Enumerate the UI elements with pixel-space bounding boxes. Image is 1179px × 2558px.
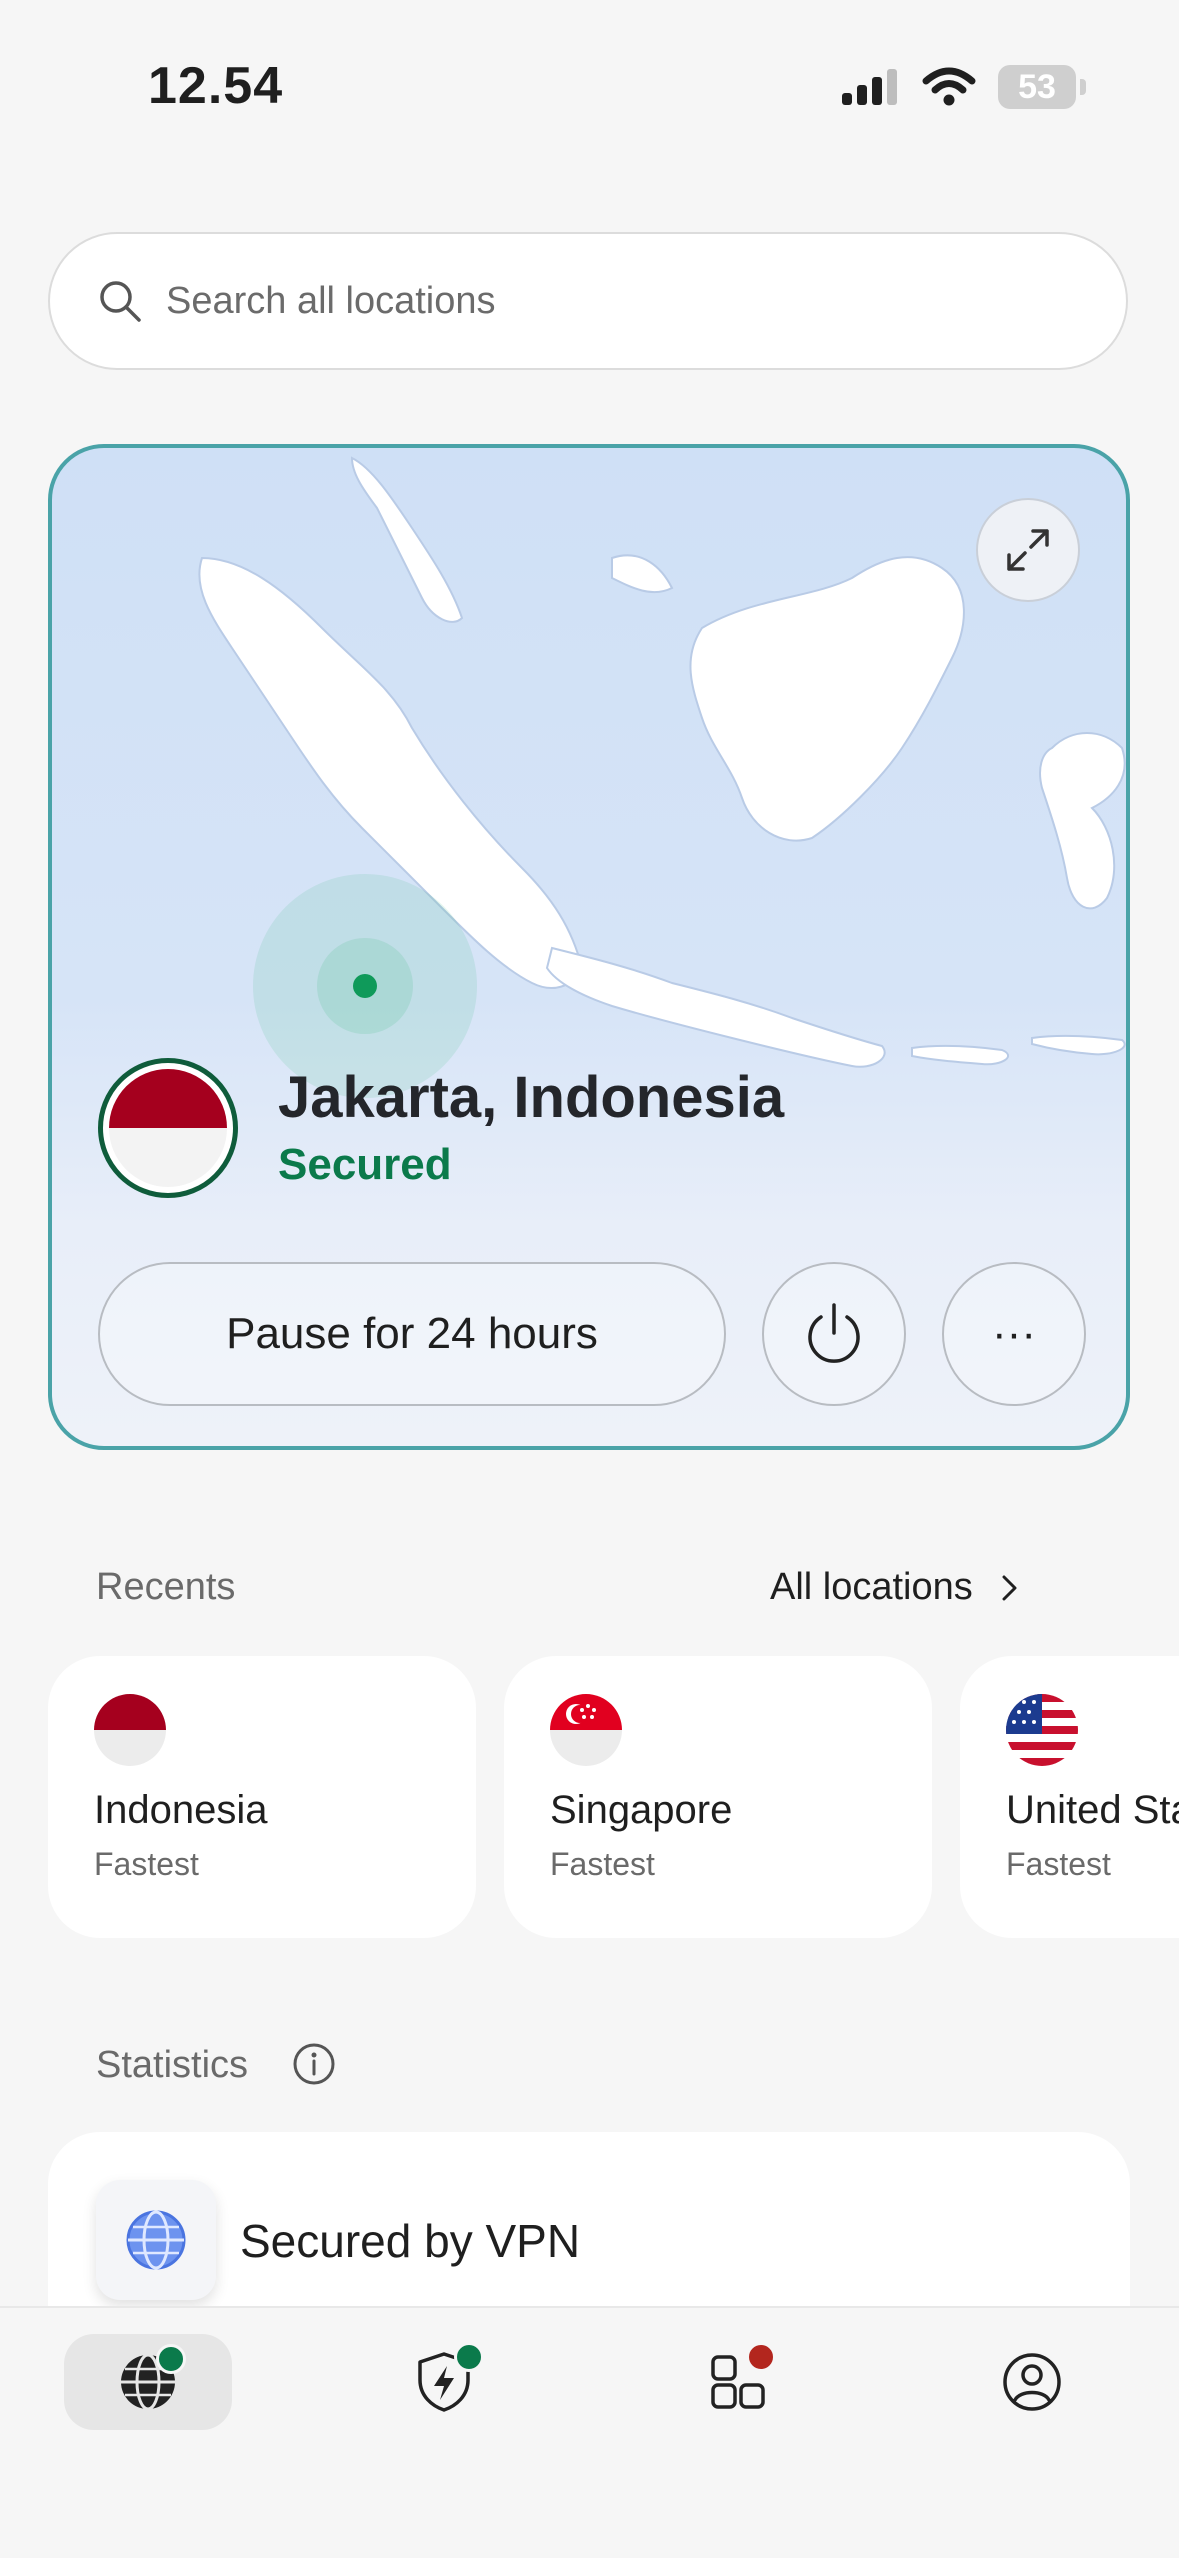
globe-icon [126, 2210, 186, 2270]
status-time: 12.54 [148, 57, 284, 115]
expand-icon [1007, 529, 1049, 571]
pause-button[interactable]: Pause for 24 hours [98, 1262, 726, 1406]
singapore-flag-icon [550, 1694, 622, 1766]
more-options-button[interactable]: ··· [942, 1262, 1086, 1406]
recent-country: United States [1006, 1788, 1179, 1832]
chevron-right-icon [1002, 1575, 1017, 1600]
statistics-item-title: Secured by VPN [240, 2215, 581, 2267]
wifi-icon [922, 67, 976, 106]
indonesia-flag-icon [94, 1694, 166, 1766]
globe-badge [96, 2180, 216, 2300]
status-dot [454, 2342, 484, 2372]
info-button[interactable] [292, 2042, 336, 2091]
recent-detail: Fastest [550, 1846, 655, 1882]
expand-map-button[interactable] [976, 498, 1080, 602]
status-dot [156, 2344, 186, 2374]
status-icons: 53 [840, 62, 1086, 112]
disconnect-button[interactable] [762, 1262, 906, 1406]
battery-tip [1080, 79, 1086, 95]
recents-label: Recents [96, 1566, 236, 1608]
account-icon [1003, 2353, 1061, 2411]
united-states-flag-icon [1006, 1694, 1078, 1766]
indonesia-flag-icon [98, 1058, 238, 1198]
recent-detail: Fastest [1006, 1846, 1111, 1882]
statistics-label: Statistics [96, 2044, 249, 2086]
power-icon [808, 1303, 860, 1363]
connection-card: Jakarta, Indonesia Secured Pause for 24 … [48, 444, 1130, 1450]
recent-location-card[interactable]: United States Fastest [960, 1656, 1179, 1938]
info-icon [293, 2043, 335, 2085]
recent-location-card[interactable]: Indonesia Fastest [48, 1656, 476, 1938]
nav-item-protection[interactable] [360, 2334, 528, 2430]
location-pin [353, 974, 377, 998]
nav-item-account[interactable] [948, 2334, 1116, 2430]
search-bar[interactable] [48, 232, 1128, 370]
all-locations-link[interactable]: All locations [770, 1566, 1021, 1609]
recent-location-card[interactable]: Singapore Fastest [504, 1656, 932, 1938]
battery-indicator: 53 [998, 65, 1076, 109]
nav-item-home[interactable] [64, 2334, 232, 2430]
more-icon: ··· [992, 1309, 1036, 1358]
notification-dot [746, 2342, 776, 2372]
search-icon [100, 281, 141, 322]
signal-icon [842, 69, 897, 105]
search-input[interactable] [164, 278, 1028, 324]
connected-location: Jakarta, Indonesia [278, 1065, 785, 1130]
recent-country: Indonesia [94, 1788, 268, 1832]
nav-item-apps[interactable] [654, 2334, 822, 2430]
recent-detail: Fastest [94, 1846, 199, 1882]
connection-status: Secured [278, 1140, 452, 1189]
recent-country: Singapore [550, 1788, 733, 1832]
all-locations-label: All locations [770, 1566, 973, 1608]
